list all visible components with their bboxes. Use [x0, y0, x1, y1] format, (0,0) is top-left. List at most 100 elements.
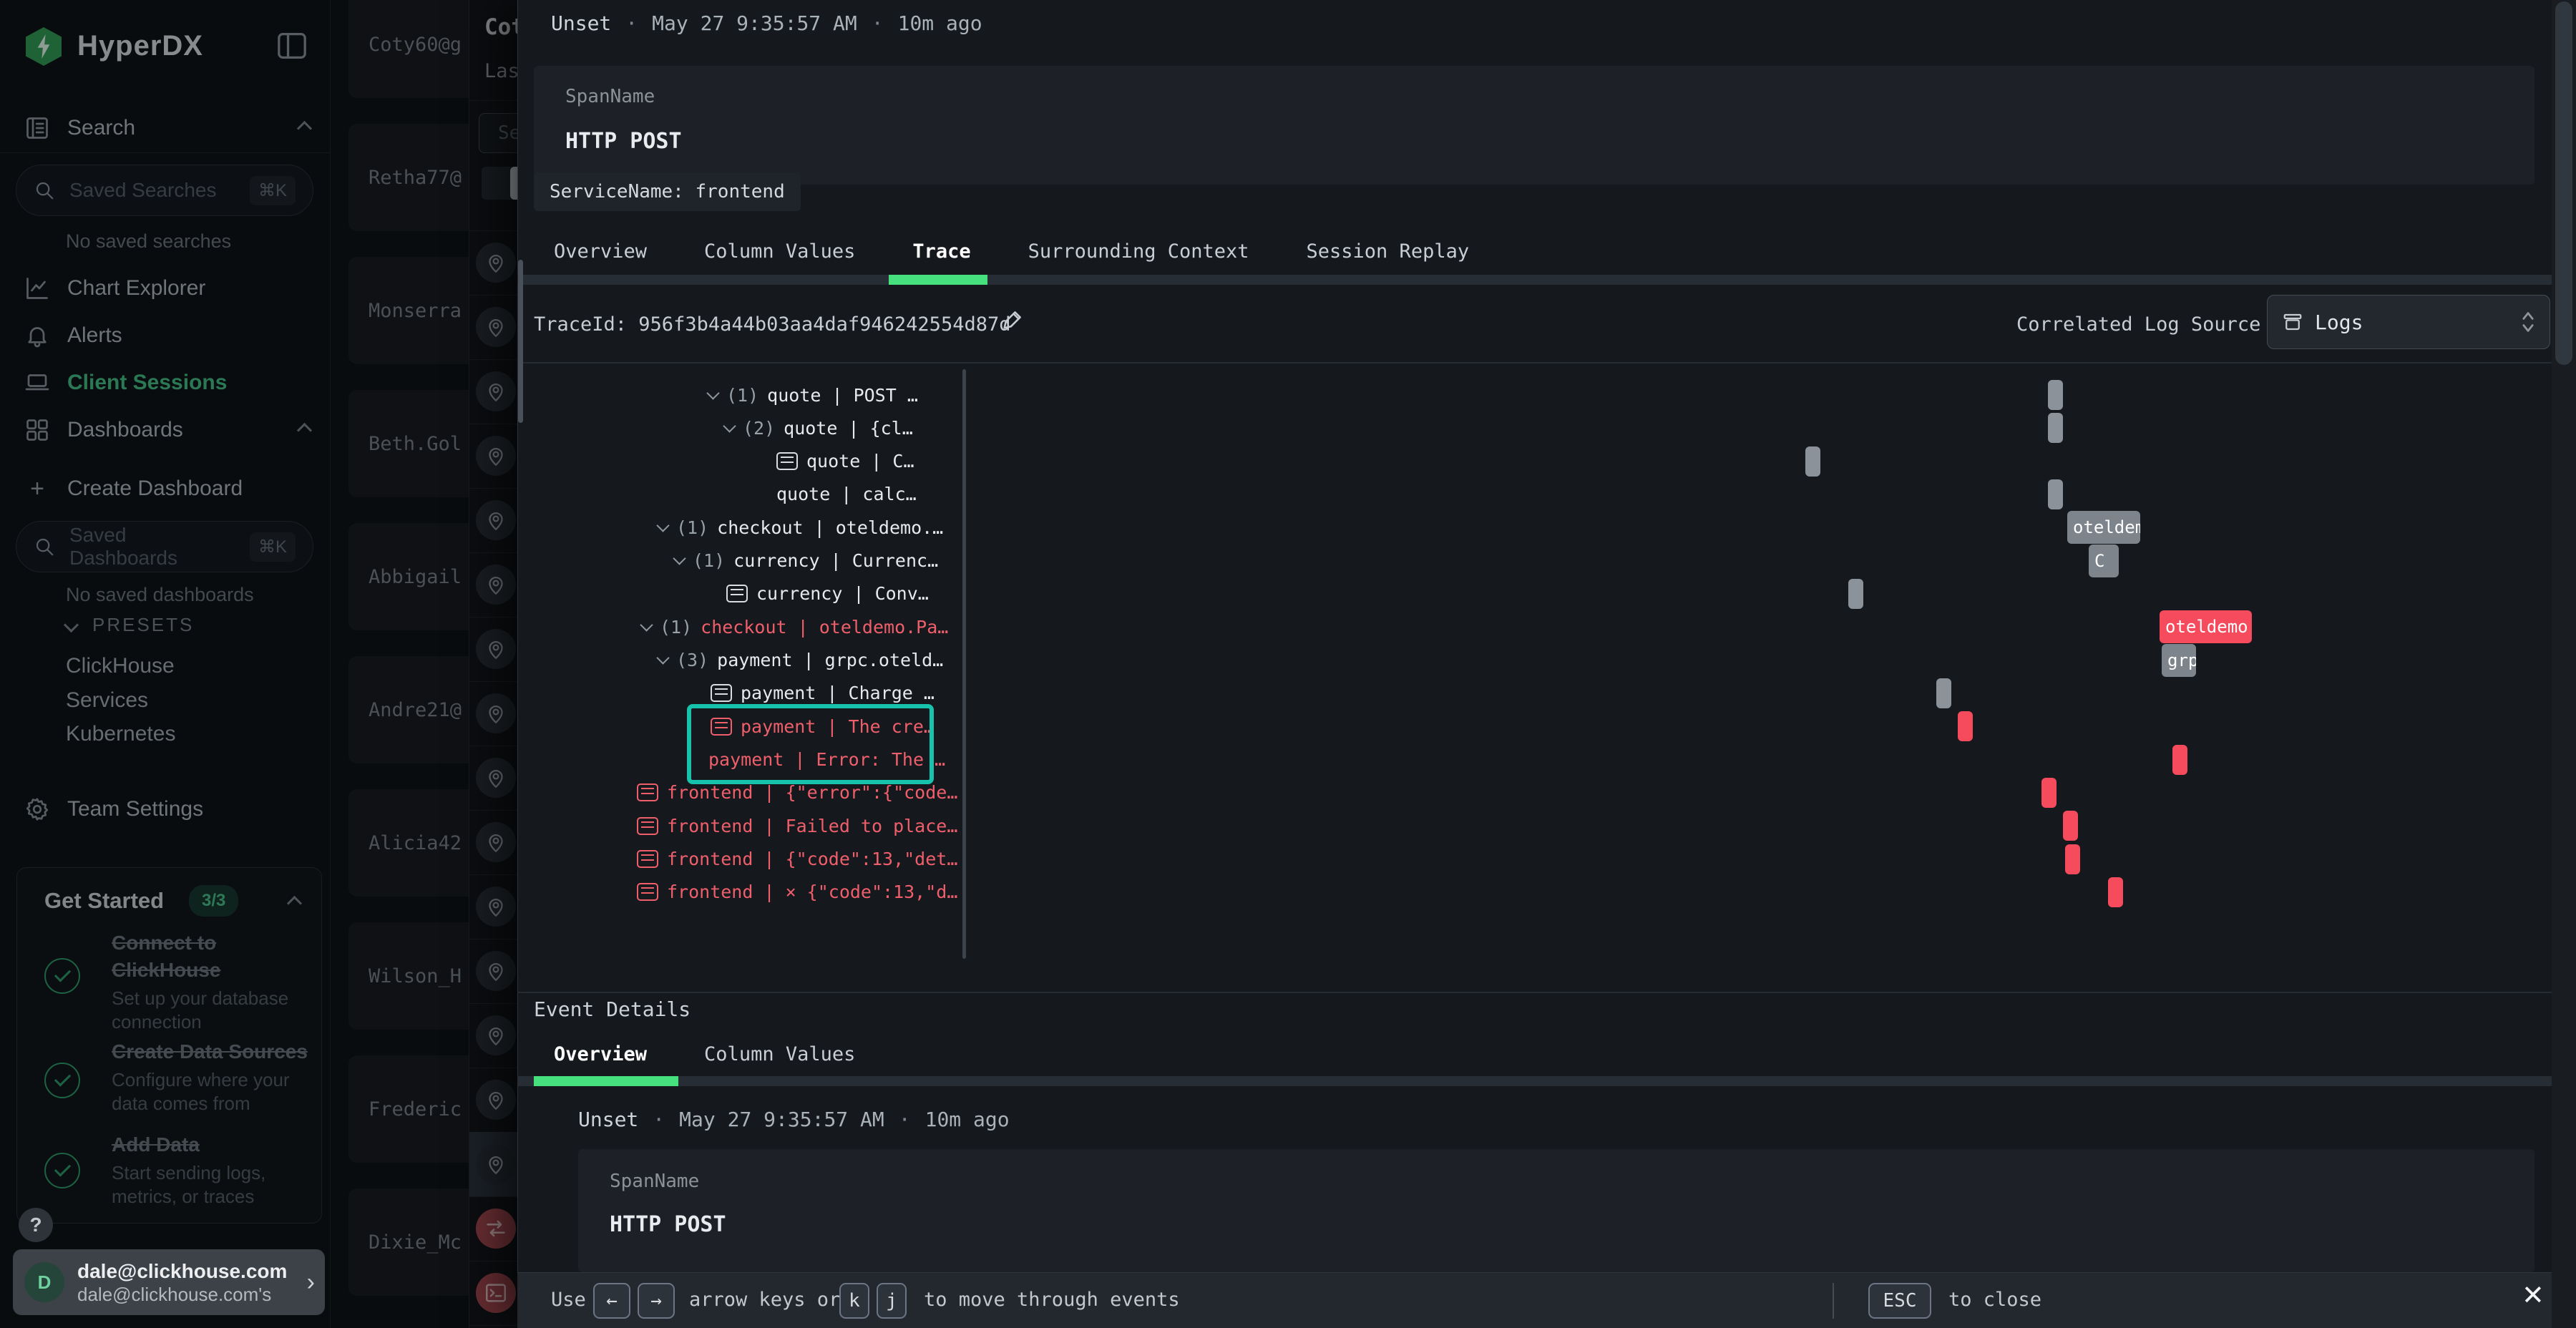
trace-span-row[interactable]: (2)quote | {cl…	[725, 411, 913, 444]
child-count: (1)	[660, 617, 692, 638]
waterfall-bar[interactable]: oteldemo.	[2067, 511, 2140, 544]
child-count: (3)	[676, 650, 708, 670]
tree-scrollbar[interactable]	[962, 369, 966, 959]
right-arrow-key: →	[638, 1283, 675, 1319]
waterfall-bar[interactable]	[2065, 844, 2080, 874]
waterfall-bar[interactable]	[2172, 745, 2187, 775]
event-details-title: Event Details	[534, 997, 691, 1021]
event-header-line: Unset · May 27 9:35:57 AM · 10m ago	[578, 1108, 1010, 1131]
trace-span-row[interactable]: (1)currency | Currenc…	[675, 545, 938, 577]
waterfall-bar[interactable]	[2048, 413, 2063, 443]
chevron-down-icon[interactable]	[706, 386, 719, 399]
trace-span-row[interactable]: (3) payment | grpc.oteld…	[658, 644, 943, 677]
log-source-dropdown[interactable]: Logs	[2267, 295, 2550, 349]
waterfall-bar[interactable]	[1958, 711, 1973, 741]
footer-text: to close	[1948, 1289, 2041, 1311]
span-label: frontend | Failed to place…	[667, 816, 957, 836]
event-tab-overview[interactable]: Overview	[534, 1030, 667, 1078]
chevron-down-icon[interactable]	[673, 552, 686, 565]
span-label: frontend | {"error":{"code…	[667, 782, 957, 803]
trace-log-row[interactable]: frontend | Failed to place…	[637, 809, 957, 842]
status-text: Unset	[578, 1108, 638, 1131]
chevron-down-icon[interactable]	[640, 618, 653, 631]
log-document-icon	[711, 684, 732, 702]
divider	[517, 992, 2552, 993]
user-email: dale@clickhouse.com	[77, 1259, 287, 1284]
child-count: (1)	[693, 550, 725, 571]
drawer-footer: Use ← → arrow keys or k j to move throug…	[517, 1272, 2552, 1328]
log-document-icon	[637, 850, 658, 868]
window-scrollbar[interactable]	[2552, 0, 2576, 1328]
user-org: dale@clickhouse.com's	[77, 1284, 287, 1305]
child-count: (2)	[743, 418, 775, 439]
tab-underline-track	[517, 1076, 2552, 1086]
waterfall-bar[interactable]: grp	[2162, 644, 2196, 677]
task-subtitle: Start sending logs, metrics, or traces	[112, 1161, 316, 1209]
log-document-icon	[637, 783, 658, 801]
log-document-icon	[637, 883, 658, 901]
chevron-down-icon[interactable]	[723, 419, 736, 432]
log-document-icon	[726, 585, 748, 602]
footer-text: arrow keys or	[689, 1289, 840, 1311]
trace-span-row[interactable]: quote | calc…	[776, 478, 917, 511]
user-name: Dixie_Mc	[348, 1231, 462, 1254]
waterfall-bar[interactable]	[2041, 778, 2057, 808]
network-request-icon[interactable]	[476, 1209, 516, 1249]
span-label: quote | C…	[806, 451, 914, 472]
user-name: Frederic	[348, 1098, 462, 1120]
trace-span-row[interactable]: (1)checkout | oteldemo.…	[658, 511, 943, 544]
waterfall-bar[interactable]	[1848, 579, 1863, 609]
task-subtitle: Configure where your data comes from	[112, 1068, 316, 1115]
close-drawer-button[interactable]: ✕	[2522, 1279, 2545, 1312]
field-value: HTTP POST	[610, 1212, 726, 1237]
waterfall-bar[interactable]	[2048, 380, 2063, 410]
tab-surrounding-context[interactable]: Surrounding Context	[1008, 228, 1269, 275]
child-count: (1)	[726, 385, 758, 406]
trace-log-row[interactable]: currency | Conv…	[726, 577, 929, 610]
waterfall-bar[interactable]	[1805, 446, 1820, 477]
tab-session-replay[interactable]: Session Replay	[1287, 228, 1490, 275]
drawer-scrollbar[interactable]	[518, 260, 523, 423]
left-arrow-key: ←	[593, 1283, 630, 1319]
select-chevrons-icon	[2521, 310, 2535, 334]
span-label: frontend | {"code":13,"det…	[667, 849, 957, 869]
get-started-item[interactable]: Add Data Start sending logs, metrics, or…	[112, 1131, 316, 1209]
log-document-icon	[637, 817, 658, 835]
chevron-down-icon[interactable]	[656, 519, 669, 532]
session-user-card[interactable]: Frederic	[348, 1055, 469, 1163]
span-label: quote | POST …	[767, 385, 918, 406]
waterfall-bar[interactable]	[1936, 678, 1951, 708]
scrollbar-thumb[interactable]	[2555, 1, 2572, 365]
waterfall-bar[interactable]	[2063, 811, 2078, 841]
timestamp-text: May 27 9:35:57 AM	[679, 1108, 884, 1131]
spanname-panel: SpanName HTTP POST	[578, 1149, 2534, 1272]
trace-span-row[interactable]: (1) quote | POST …	[708, 379, 918, 411]
trace-log-row[interactable]: frontend | × {"code":13,"d…	[637, 876, 957, 909]
terminal-icon[interactable]	[476, 1273, 516, 1313]
waterfall-bar[interactable]: oteldemo.	[2160, 610, 2252, 643]
user-account-pill[interactable]: D dale@clickhouse.com dale@clickhouse.co…	[13, 1249, 325, 1315]
help-button[interactable]: ?	[19, 1208, 53, 1242]
correlated-log-source-label: Correlated Log Source	[2016, 313, 2260, 336]
trace-log-row[interactable]: quote | C…	[776, 445, 914, 478]
trace-span-row[interactable]: (1)checkout | oteldemo.Pa…	[642, 610, 948, 643]
waterfall-bar[interactable]	[2048, 479, 2063, 509]
session-user-card[interactable]: Dixie_Mc	[348, 1188, 469, 1296]
dropdown-value: Logs	[2315, 311, 2509, 334]
span-label: quote | calc…	[776, 484, 917, 504]
waterfall-bar[interactable]	[2108, 877, 2123, 907]
span-label: payment | Charge …	[741, 683, 935, 703]
span-label: payment | grpc.oteld…	[717, 650, 943, 670]
chevron-down-icon[interactable]	[656, 651, 669, 664]
selected-span-highlight	[687, 704, 934, 784]
edit-pencil-icon[interactable]	[1000, 308, 1025, 332]
span-label: checkout | oteldemo.…	[717, 517, 943, 538]
trace-log-row[interactable]: frontend | {"code":13,"det…	[637, 843, 957, 876]
event-tab-column-values[interactable]: Column Values	[684, 1030, 875, 1078]
location-pin-icon[interactable]	[476, 1080, 516, 1120]
waterfall-bar[interactable]: C	[2089, 545, 2119, 577]
get-started-item[interactable]: Create Data Sources Configure where your…	[112, 1038, 316, 1115]
avatar: D	[24, 1262, 64, 1302]
location-pin-icon[interactable]	[476, 1015, 516, 1055]
location-pin-icon[interactable]	[476, 1144, 516, 1184]
